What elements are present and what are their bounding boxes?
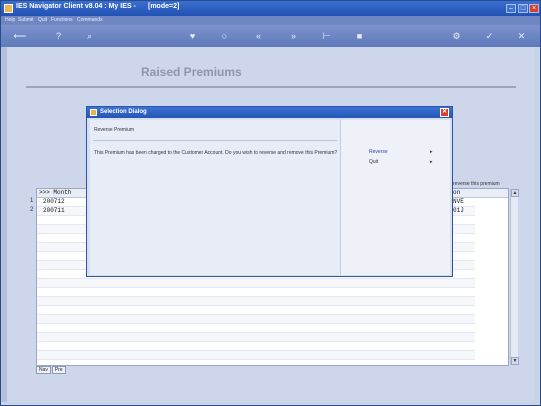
selection-dialog: Selection Dialog ✕ Reverse Premium This … [86, 106, 453, 277]
window-title: IES Navigator Client v8.04 : My IES - [16, 3, 136, 10]
stop-icon[interactable]: ■ [354, 31, 365, 42]
dialog-body: Reverse Premium This Premium has been ch… [90, 120, 340, 275]
window-mode: [mode=2] [148, 3, 180, 10]
close-icon[interactable]: × [529, 4, 539, 13]
month-cell[interactable]: 200712 [43, 198, 65, 205]
title-divider [26, 86, 516, 88]
next-record-icon[interactable]: » [288, 31, 299, 42]
hint-text: reverse this premium [453, 181, 500, 187]
dialog-title: Selection Dialog [100, 109, 147, 115]
toolbar: ⟵ ? ⌕ ♥ ○ « » ⊢ ■ ⚙ ✓ ✕ [1, 25, 540, 47]
row-number: 2 [30, 207, 34, 213]
month-column-header[interactable]: >>> Month [39, 189, 71, 196]
dialog-title-bar: Selection Dialog ✕ [87, 107, 452, 118]
reverse-option[interactable]: Reverse [369, 149, 388, 155]
menu-help[interactable]: Help [5, 17, 15, 23]
bottom-tabs: Nav Pre [36, 366, 67, 375]
vertical-scrollbar[interactable]: ▲ ▼ [510, 189, 519, 365]
first-record-icon[interactable]: « [253, 31, 264, 42]
dialog-options: Reverse ▸ Quit ▸ [340, 120, 450, 275]
menu-submit[interactable]: Submit [18, 17, 34, 23]
month-cell[interactable]: 200711 [43, 207, 65, 214]
check-icon[interactable]: ✓ [484, 31, 495, 42]
tab-nav[interactable]: Nav [36, 366, 51, 374]
table-row[interactable] [37, 351, 475, 360]
table-row[interactable] [37, 279, 475, 288]
exit-icon[interactable]: ⊢ [321, 31, 332, 42]
refresh-icon[interactable]: ○ [219, 31, 230, 42]
cancel-icon[interactable]: ✕ [516, 31, 527, 42]
table-row[interactable] [37, 324, 475, 333]
right-column-header[interactable]: on [453, 189, 460, 196]
dialog-heading: Reverse Premium [94, 127, 135, 133]
right-cell[interactable]: 01J [453, 207, 464, 214]
tab-pre[interactable]: Pre [51, 366, 66, 374]
table-row[interactable] [37, 333, 475, 342]
menu-bar: Help Submit Quit Functions Commands [1, 16, 540, 25]
minimize-icon[interactable]: – [506, 4, 516, 13]
quit-option[interactable]: Quit [369, 159, 378, 165]
table-row[interactable] [37, 342, 475, 351]
search-icon[interactable]: ⌕ [84, 31, 95, 42]
maximize-icon[interactable]: □ [518, 4, 528, 13]
app-window: IES Navigator Client v8.04 : My IES - [m… [0, 0, 541, 406]
table-row[interactable] [37, 306, 475, 315]
menu-commands[interactable]: Commands [77, 17, 103, 23]
help-icon[interactable]: ? [53, 31, 64, 42]
dialog-divider [93, 140, 337, 141]
favorite-icon[interactable]: ♥ [187, 31, 198, 42]
dialog-message: This Premium has been charged to the Cus… [94, 150, 338, 156]
dialog-close-icon[interactable]: ✕ [440, 108, 449, 117]
table-row[interactable] [37, 297, 475, 306]
app-icon [4, 4, 13, 13]
scroll-up-icon[interactable]: ▲ [511, 189, 519, 197]
chevron-right-icon: ▸ [430, 149, 433, 155]
menu-functions[interactable]: Functions [51, 17, 73, 23]
back-arrow-icon[interactable]: ⟵ [9, 31, 31, 42]
row-number: 1 [30, 198, 34, 204]
scroll-down-icon[interactable]: ▼ [511, 357, 519, 365]
right-cell[interactable]: NVE [453, 198, 464, 205]
settings-icon[interactable]: ⚙ [451, 31, 462, 42]
dialog-app-icon [90, 109, 97, 116]
table-row[interactable] [37, 288, 475, 297]
table-row[interactable] [37, 315, 475, 324]
menu-quit[interactable]: Quit [38, 17, 47, 23]
page-title: Raised Premiums [141, 65, 242, 79]
title-bar: IES Navigator Client v8.04 : My IES - [m… [1, 1, 540, 16]
chevron-right-icon: ▸ [430, 159, 433, 165]
